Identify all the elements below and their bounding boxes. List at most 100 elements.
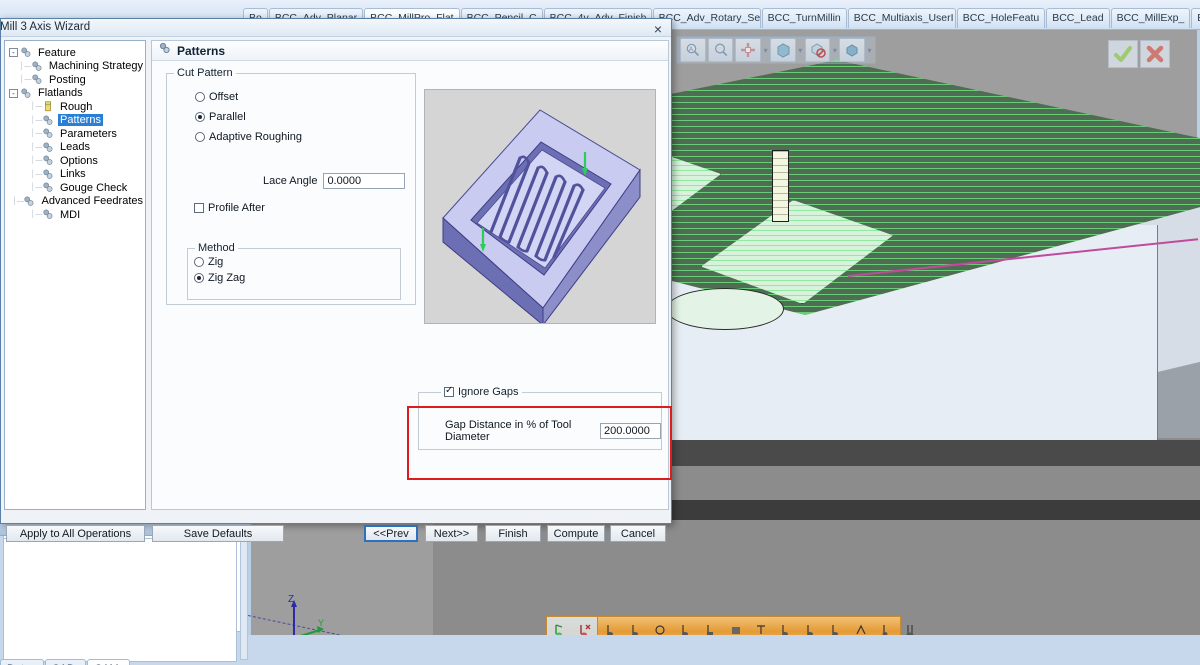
ignore-gaps-label: Ignore Gaps: [458, 386, 519, 398]
radio-indicator[interactable]: [195, 92, 205, 102]
zoom-window-icon[interactable]: A: [680, 38, 706, 62]
wizard-step-tree[interactable]: - Feature │— Machining Strategy │— Posting - Fl…: [4, 40, 146, 510]
method-option-zig-zag[interactable]: Zig Zag: [194, 270, 245, 286]
simulation-toolbar[interactable]: [546, 616, 913, 635]
no-render-icon[interactable]: [804, 38, 831, 62]
tool-8-icon[interactable]: [773, 617, 798, 635]
wizard-tree-item-links[interactable]: │— Links: [5, 168, 145, 182]
method-option-zig[interactable]: Zig: [194, 254, 245, 270]
radio-indicator[interactable]: [195, 112, 205, 122]
method-radio-group[interactable]: Zig Zig Zag: [194, 254, 245, 286]
properties-scrollbar[interactable]: [240, 540, 248, 660]
wizard-tree-item-gouge-check[interactable]: │— Gouge Check: [5, 181, 145, 195]
tool-2-icon[interactable]: [623, 617, 648, 635]
tool-5-icon[interactable]: [698, 617, 723, 635]
finish-button[interactable]: Finish: [485, 525, 541, 542]
cut-pattern-option-adaptive-roughing[interactable]: Adaptive Roughing: [195, 127, 302, 147]
tool-12-icon[interactable]: [873, 617, 898, 635]
tool-7-icon[interactable]: [748, 617, 773, 635]
cam-properties-panel[interactable]: [3, 538, 237, 662]
document-tab[interactable]: BCC_Multiaxis_UserI: [847, 8, 956, 28]
tool-10-icon[interactable]: [823, 617, 848, 635]
tree-connector: │—: [31, 184, 43, 192]
panel-tab[interactable]: CAM Tree: [87, 659, 130, 665]
wizard-tree-item-machining-strategy[interactable]: │— Machining Strategy: [5, 60, 145, 74]
shade-solid-dropdown-arrow-icon[interactable]: ▾: [866, 38, 873, 62]
ignore-gaps-checkbox[interactable]: [444, 385, 454, 397]
confirm-toolbar[interactable]: [1106, 40, 1170, 68]
move-icon[interactable]: [735, 38, 762, 62]
tool-3-icon[interactable]: [648, 617, 673, 635]
tool-11-icon[interactable]: [848, 617, 873, 635]
ignore-gaps-legend-wrap[interactable]: Ignore Gaps: [441, 385, 522, 398]
simulate-stop-icon[interactable]: [572, 617, 597, 635]
method-option-label: Zig: [208, 256, 224, 268]
no-render-dropdown-arrow-icon[interactable]: ▾: [831, 38, 838, 62]
panel-tab[interactable]: CAD Tree: [44, 659, 87, 665]
wizard-tree-item-feature[interactable]: - Feature: [5, 46, 145, 60]
zoom-dynamic-icon[interactable]: [707, 38, 734, 62]
radio-indicator[interactable]: [194, 273, 204, 283]
wizard-tree-item-flatlands[interactable]: - Flatlands: [5, 87, 145, 101]
lace-angle-label: Lace Angle: [263, 175, 318, 187]
document-tab[interactable]: BCC_MillExp_Po: [1191, 8, 1200, 28]
cut-pattern-radio-group[interactable]: Offset Parallel Adaptive Roughing: [195, 87, 302, 147]
wizard-tree-item-patterns[interactable]: │— Patterns: [5, 114, 145, 128]
move-dropdown-arrow-icon[interactable]: ▾: [762, 38, 769, 62]
simulation-controls-group: [547, 617, 598, 635]
wizard-tree-item-advanced-feedrates[interactable]: │— Advanced Feedrates: [5, 195, 145, 209]
svg-text:Y: Y: [318, 618, 324, 628]
apply-to-all-operations-button[interactable]: Apply to All Operations: [6, 525, 145, 542]
wizard-tree-item-options[interactable]: │— Options: [5, 154, 145, 168]
document-tab[interactable]: BCC_HoleFeatu: [956, 8, 1046, 28]
shaded-box-icon[interactable]: [770, 38, 796, 62]
tool-1-icon[interactable]: [598, 617, 623, 635]
panel-tab[interactable]: Data Entry: [0, 659, 44, 665]
green-check-icon[interactable]: [1108, 40, 1138, 68]
cancel-button[interactable]: Cancel: [610, 525, 666, 542]
tree-expander-icon[interactable]: -: [9, 88, 18, 98]
svg-text:A: A: [689, 47, 693, 53]
wizard-tree-item-posting[interactable]: │— Posting: [5, 73, 145, 87]
tool-button-group: [598, 617, 923, 635]
pane-header: Patterns: [152, 41, 668, 61]
shaded-box-dropdown-arrow-icon[interactable]: ▾: [797, 38, 804, 62]
tool-cylinder-2: [772, 150, 789, 222]
wizard-tree-item-parameters[interactable]: │— Parameters: [5, 127, 145, 141]
cut-pattern-option-parallel[interactable]: Parallel: [195, 107, 302, 127]
view-toolbar[interactable]: A ▾ ▾ ▾ ▾: [676, 36, 876, 64]
tool-13-icon[interactable]: [898, 617, 923, 635]
next-button[interactable]: Next>>: [425, 525, 478, 542]
radio-indicator[interactable]: [195, 132, 205, 142]
wizard-tree-item-rough[interactable]: │— Rough: [5, 100, 145, 114]
red-x-icon[interactable]: [1140, 40, 1170, 68]
tool-9-icon[interactable]: [798, 617, 823, 635]
simulate-play-icon[interactable]: [547, 617, 572, 635]
cut-pattern-option-offset[interactable]: Offset: [195, 87, 302, 107]
highlight-annotation: [407, 406, 672, 480]
save-defaults-button[interactable]: Save Defaults: [152, 525, 284, 542]
dialog-title: Mill 3 Axis Wizard: [0, 21, 91, 33]
document-tab[interactable]: BCC_MillExp_: [1110, 8, 1191, 28]
prev-button[interactable]: <<Prev: [364, 525, 418, 542]
profile-after-row[interactable]: Profile After: [194, 199, 265, 217]
radio-indicator[interactable]: [194, 257, 204, 267]
lace-angle-input[interactable]: [323, 173, 406, 189]
tool-6-icon[interactable]: [723, 617, 748, 635]
close-icon[interactable]: ×: [649, 21, 667, 37]
wizard-tree-item-mdi[interactable]: │— MDI: [5, 208, 145, 222]
compute-button[interactable]: Compute: [547, 525, 605, 542]
tree-expander-icon[interactable]: -: [9, 48, 18, 58]
profile-after-checkbox[interactable]: [194, 203, 204, 213]
cut-pattern-option-label: Parallel: [209, 111, 246, 123]
tool-4-icon[interactable]: [673, 617, 698, 635]
screen-root: Z Y X: [0, 0, 1200, 665]
gear-icon: [31, 61, 44, 72]
wizard-tree-item-leads[interactable]: │— Leads: [5, 141, 145, 155]
axis-triad: Z Y X: [272, 590, 332, 635]
document-tab[interactable]: BCC_Lead: [1046, 8, 1110, 28]
shade-solid-icon[interactable]: [839, 38, 866, 62]
dialog-titlebar[interactable]: Mill 3 Axis Wizard ×: [0, 19, 671, 37]
document-tab[interactable]: BCC_TurnMillin: [761, 8, 847, 28]
wizard-tree-item-label: Advanced Feedrates: [41, 195, 143, 208]
